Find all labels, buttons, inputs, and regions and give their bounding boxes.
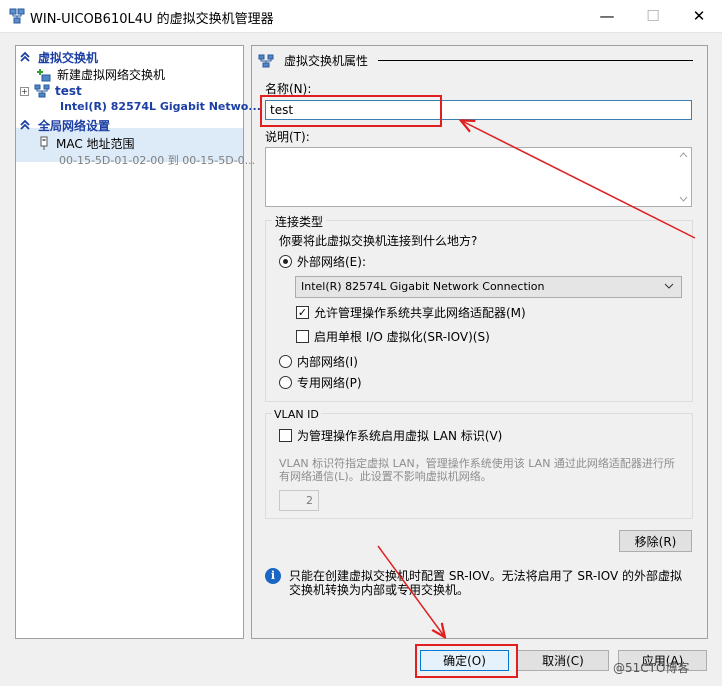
annotation-arrow-to-ok bbox=[377, 545, 444, 636]
annotation-arrows bbox=[377, 0, 696, 686]
watermark: @51CTO博客 bbox=[613, 661, 690, 675]
annotation-arrow-to-name bbox=[462, 121, 696, 239]
